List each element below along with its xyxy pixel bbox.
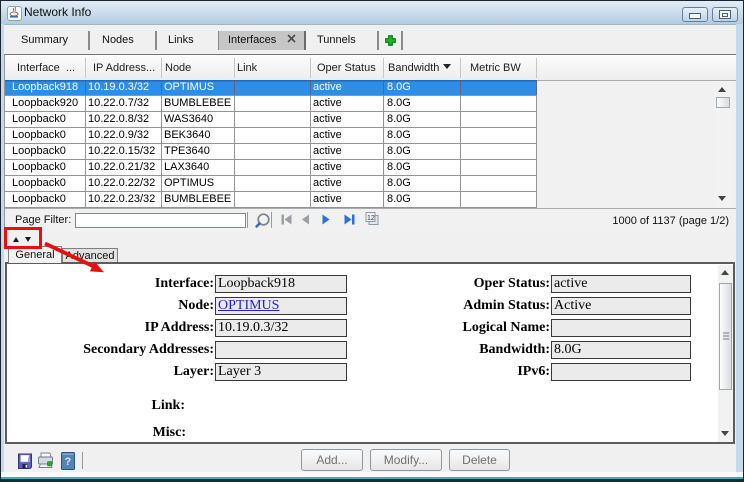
svg-text:?: ? [65, 456, 72, 468]
